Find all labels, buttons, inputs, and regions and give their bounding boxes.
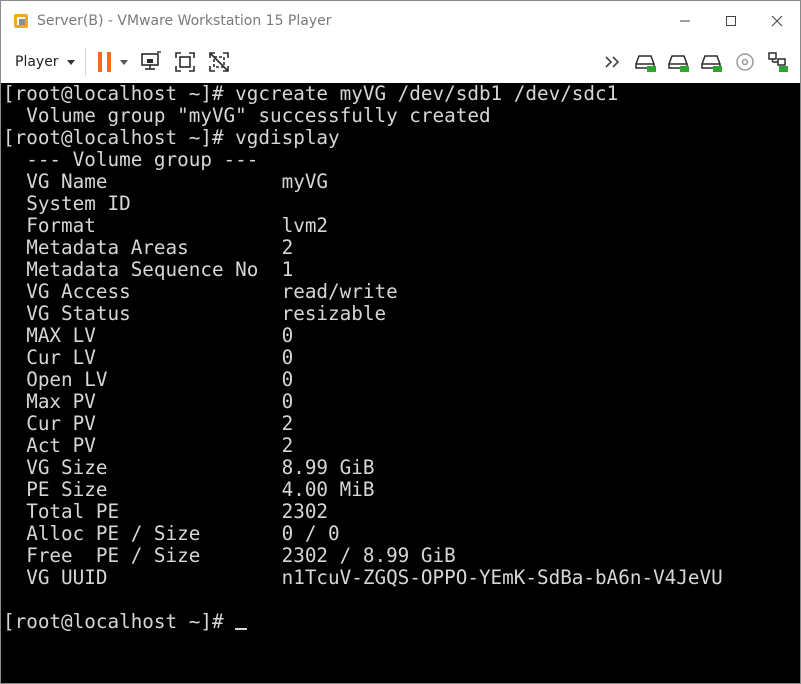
terminal-line: VG Access read/write — [3, 280, 398, 303]
maximize-icon — [726, 16, 736, 26]
close-icon — [771, 15, 783, 27]
player-menu-label: Player — [15, 54, 59, 70]
hard-disk-icon — [667, 55, 689, 72]
player-menu-button[interactable]: Player — [15, 47, 75, 77]
network-adapter-button[interactable] — [761, 45, 794, 79]
terminal-prompt: [root@localhost ~]# — [3, 610, 236, 633]
vmware-logo-icon — [13, 13, 29, 29]
fullscreen-icon — [174, 52, 195, 72]
network-adapter-icon — [767, 52, 788, 72]
terminal-line: VG UUID n1TcuV-ZGQS-OPPO-YEmK-SdBa-bA6n-… — [3, 566, 723, 589]
terminal-line: Free PE / Size 2302 / 8.99 GiB — [3, 544, 456, 567]
hard-disk-1-button[interactable] — [629, 45, 662, 79]
terminal-line: Cur PV 2 — [3, 412, 294, 435]
hard-disk-2-button[interactable] — [662, 45, 695, 79]
cd-dvd-icon — [735, 53, 754, 71]
terminal-line: VG Size 8.99 GiB — [3, 456, 375, 479]
chevron-down-icon — [119, 59, 128, 65]
send-ctrl-alt-del-button[interactable] — [134, 45, 168, 79]
maximize-button[interactable] — [708, 1, 754, 41]
terminal-output: [root@localhost ~]# vgcreate myVG /dev/s… — [1, 83, 800, 633]
chevron-down-icon — [66, 59, 75, 65]
hard-disk-3-button[interactable] — [695, 45, 728, 79]
terminal-prompt-line: [root@localhost ~]# — [3, 611, 800, 633]
terminal-line: System ID — [3, 192, 131, 215]
minimize-button[interactable] — [662, 1, 708, 41]
terminal-cursor — [235, 628, 248, 630]
terminal-line: [root@localhost ~]# vgcreate myVG /dev/s… — [3, 83, 619, 105]
terminal-line: Max PV 0 — [3, 390, 294, 413]
more-devices-button[interactable] — [596, 45, 629, 79]
hard-disk-icon — [700, 55, 722, 72]
vm-console[interactable]: [root@localhost ~]# vgcreate myVG /dev/s… — [1, 83, 800, 683]
terminal-line: Cur LV 0 — [3, 346, 294, 369]
terminal-line: Alloc PE / Size 0 / 0 — [3, 522, 340, 545]
hard-disk-icon — [634, 55, 656, 72]
terminal-line: VG Name myVG — [3, 170, 329, 193]
close-button[interactable] — [754, 1, 800, 41]
terminal-line: Format lvm2 — [3, 214, 329, 237]
terminal-line: Total PE 2302 — [3, 500, 329, 523]
pause-icon — [92, 45, 118, 79]
terminal-line: Volume group "myVG" successfully created — [3, 104, 491, 127]
vmware-player-window: Server(B) - VMware Workstation 15 Player — [0, 0, 801, 684]
terminal-line: --- Volume group --- — [3, 148, 259, 171]
send-ctrl-alt-del-icon — [140, 51, 161, 70]
minimize-icon — [680, 20, 690, 22]
terminal-line: MAX LV 0 — [3, 324, 294, 347]
title-bar[interactable]: Server(B) - VMware Workstation 15 Player — [1, 1, 800, 41]
terminal-line: Open LV 0 — [3, 368, 294, 391]
terminal-line: Metadata Areas 2 — [3, 236, 294, 259]
unity-button[interactable] — [202, 45, 236, 79]
more-devices-icon — [604, 56, 619, 68]
cd-dvd-button[interactable] — [728, 45, 761, 79]
terminal-line: [root@localhost ~]# vgdisplay — [3, 126, 340, 149]
window-controls — [662, 1, 800, 41]
terminal-line: PE Size 4.00 MiB — [3, 478, 375, 501]
fullscreen-button[interactable] — [168, 45, 202, 79]
terminal-line: Metadata Sequence No 1 — [3, 258, 294, 281]
terminal-line: Act PV 2 — [3, 434, 294, 457]
toolbar: Player — [1, 41, 800, 83]
toolbar-divider — [84, 48, 86, 76]
unity-icon — [208, 52, 229, 72]
window-title: Server(B) - VMware Workstation 15 Player — [37, 13, 332, 29]
pause-button[interactable] — [92, 45, 134, 79]
terminal-line: VG Status resizable — [3, 302, 387, 325]
device-status-bar — [596, 41, 794, 83]
